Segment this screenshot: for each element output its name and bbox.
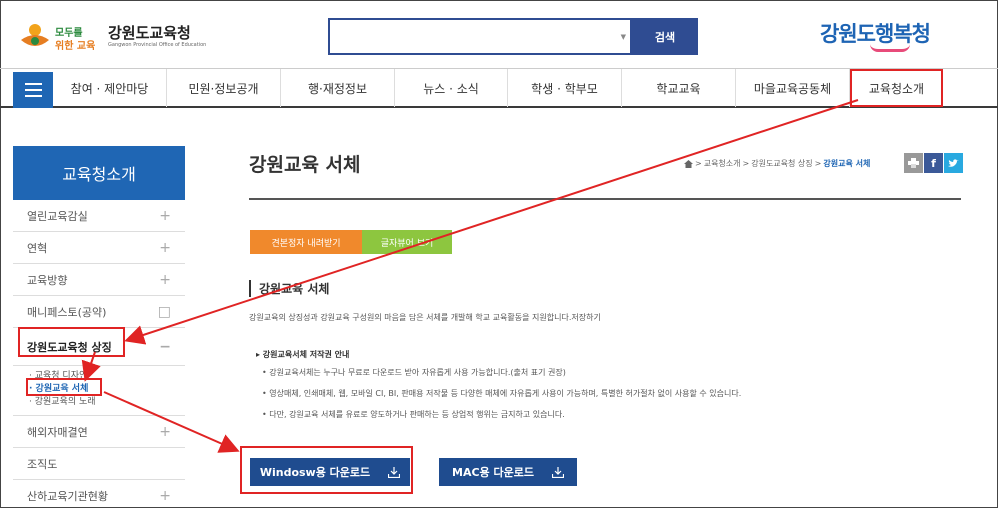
nav-item-news[interactable]: 뉴스 · 소식 [395, 69, 508, 107]
site-logo[interactable]: 모두를 위한 교육 강원도교육청 Gangwon Provincial Offi… [18, 18, 208, 58]
sidebar-item-label: 매니페스토(공약) [27, 305, 107, 319]
print-icon[interactable] [904, 153, 923, 173]
windows-download-button[interactable]: Windosw용 다운로드 [250, 458, 410, 486]
nav-item-finance[interactable]: 행·재정정보 [281, 69, 395, 107]
search-dropdown-caret-icon[interactable]: ▼ [621, 33, 626, 41]
hamburger-icon[interactable] [13, 72, 53, 108]
expand-icon[interactable]: + [159, 272, 171, 288]
breadcrumb-sep: > [814, 159, 822, 168]
collapse-icon[interactable]: − [159, 339, 171, 355]
sidebar-item-label: 교육방향 [27, 273, 68, 287]
sidebar-subitem-song[interactable]: · 강원교육의 노래 [29, 396, 185, 409]
expand-icon[interactable]: + [159, 208, 171, 224]
nav-item-village-community[interactable]: 마을교육공동체 [736, 69, 850, 107]
home-icon[interactable] [684, 159, 693, 168]
brand-slogan-text: 강원도행복청 [820, 22, 931, 46]
share-tools: f [904, 153, 963, 173]
sidebar-item-label: 열린교육감실 [27, 209, 88, 223]
breadcrumb-current: 강원교육 서체 [823, 159, 871, 168]
sidebar-item-affiliated[interactable]: 산하교육기관현황 + [13, 480, 185, 508]
list-item: • 영상매체, 인쇄매체, 웹, 모바일 CI, BI, 판매용 저작물 등 다… [262, 389, 742, 398]
breadcrumb-sep: > [695, 159, 702, 168]
brand-slogan-logo[interactable]: 강원도행복청 [820, 18, 931, 52]
page-title: 강원교육 서체 [249, 154, 361, 176]
logo-org-name-en: Gangwon Provincial Office of Education [108, 42, 207, 48]
highlight-box-font [26, 378, 102, 396]
download-icon [551, 467, 564, 478]
expand-icon[interactable]: + [159, 488, 171, 504]
breadcrumb-item[interactable]: 교육청소개 [704, 158, 741, 169]
expand-icon[interactable]: + [159, 424, 171, 440]
sidebar-title: 교육청소개 [13, 146, 185, 200]
download-icon [388, 467, 401, 478]
section-title: 강원교육 서체 [249, 280, 329, 297]
sidebar-item-manifesto[interactable]: 매니페스토(공약) □ [13, 296, 185, 328]
title-divider [249, 198, 961, 200]
main-nav: 참여 · 제안마당 민원·정보공개 행·재정정보 뉴스 · 소식 학생 · 학부… [0, 68, 998, 108]
nav-item-civil-info[interactable]: 민원·정보공개 [167, 69, 281, 107]
nav-item-office-intro[interactable]: 교육청소개 [850, 69, 943, 107]
font-viewer-button[interactable]: 글자뷰어 보기 [362, 230, 452, 254]
sidebar-item-direction[interactable]: 교육방향 + [13, 264, 185, 296]
external-link-icon[interactable]: □ [158, 304, 171, 320]
breadcrumb-item[interactable]: 강원도교육청 상징 [751, 158, 812, 169]
sidebar-item-label: 해외자매결연 [27, 425, 88, 439]
sidebar-item-label: 조직도 [27, 457, 58, 471]
list-item: • 강원교육서체는 누구나 무료로 다운로드 받아 자유롭게 사용 가능합니다.… [262, 368, 566, 377]
expand-icon[interactable]: + [159, 240, 171, 256]
highlight-box-symbol [18, 327, 125, 357]
mac-download-label: MAC용 다운로드 [452, 466, 534, 479]
sidebar-item-open-office[interactable]: 열린교육감실 + [13, 200, 185, 232]
copyright-list: • 강원교육서체는 누구나 무료로 다운로드 받아 자유롭게 사용 가능합니다.… [262, 367, 741, 430]
download-sample-button[interactable]: 견본정자 내려받기 [250, 230, 362, 254]
logo-slogan-line2: 위한 교육 [55, 41, 96, 52]
nav-item-participation[interactable]: 참여 · 제안마당 [53, 69, 167, 107]
site-header: 모두를 위한 교육 강원도교육청 Gangwon Provincial Offi… [0, 0, 998, 68]
nav-item-students-parents[interactable]: 학생 · 학부모 [508, 69, 622, 107]
sidebar-item-sister-cities[interactable]: 해외자매결연 + [13, 416, 185, 448]
mac-download-button[interactable]: MAC용 다운로드 [439, 458, 577, 486]
nav-item-school-education[interactable]: 학교교육 [622, 69, 736, 107]
breadcrumb-sep: > [742, 159, 750, 168]
facebook-icon[interactable]: f [924, 153, 943, 173]
sidebar-item-history[interactable]: 연혁 + [13, 232, 185, 264]
section-description: 강원교육의 상징성과 강원교육 구성원의 마음을 담은 서체를 개발해 학교 교… [249, 313, 601, 322]
sidebar-item-org-chart[interactable]: 조직도 [13, 448, 185, 480]
search-button[interactable]: 검색 [632, 18, 698, 55]
list-item: • 다만, 강원교육 서체를 유료로 양도하거나 판매하는 등 상업적 행위는 … [262, 410, 565, 419]
logo-emblem-icon [21, 24, 49, 46]
search-input[interactable] [330, 20, 620, 53]
twitter-icon[interactable] [944, 153, 963, 173]
sidebar-item-label: 산하교육기관현황 [27, 489, 108, 503]
windows-download-label: Windosw용 다운로드 [259, 466, 371, 479]
copyright-title: ▸ 강원교육서체 저작권 안내 [256, 350, 350, 359]
sidebar-item-label: 연혁 [27, 241, 48, 255]
logo-org-name: 강원도교육청 [108, 24, 191, 42]
breadcrumb: > 교육청소개 > 강원도교육청 상징 > 강원교육 서체 [684, 158, 870, 169]
search-box: ▼ [328, 18, 632, 55]
brand-smile-icon [870, 44, 910, 52]
